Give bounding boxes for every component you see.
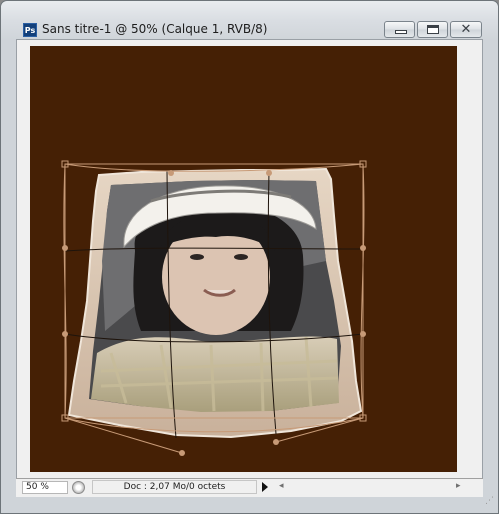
scroll-right-icon[interactable]: ▸ [456,481,461,491]
document-window: Ps Sans titre-1 @ 50% (Calque 1, RVB/8) … [0,0,499,514]
control-point[interactable] [179,450,185,456]
control-point[interactable] [360,331,366,337]
girl-mouth [203,288,236,297]
control-point[interactable] [266,170,272,176]
zoom-icon[interactable] [72,481,85,494]
resize-grip-icon[interactable]: ⋰ [485,497,497,510]
girl-eye-left [190,254,204,260]
girl-eye-right [234,254,248,260]
control-point[interactable] [62,245,68,251]
zoom-field[interactable]: 50 % [22,481,68,494]
warp-layer [61,160,367,456]
status-menu-arrow-icon[interactable] [262,482,268,492]
control-point[interactable] [168,170,174,176]
document-info[interactable]: Doc : 2,07 Mo/0 octets [92,480,257,494]
control-point[interactable] [62,331,68,337]
control-point[interactable] [360,245,366,251]
warped-photo[interactable] [67,167,363,439]
control-point[interactable] [273,439,279,445]
status-bar: 50 % Doc : 2,07 Mo/0 octets ◂ ▸ [16,478,483,497]
scroll-left-icon[interactable]: ◂ [279,481,284,491]
